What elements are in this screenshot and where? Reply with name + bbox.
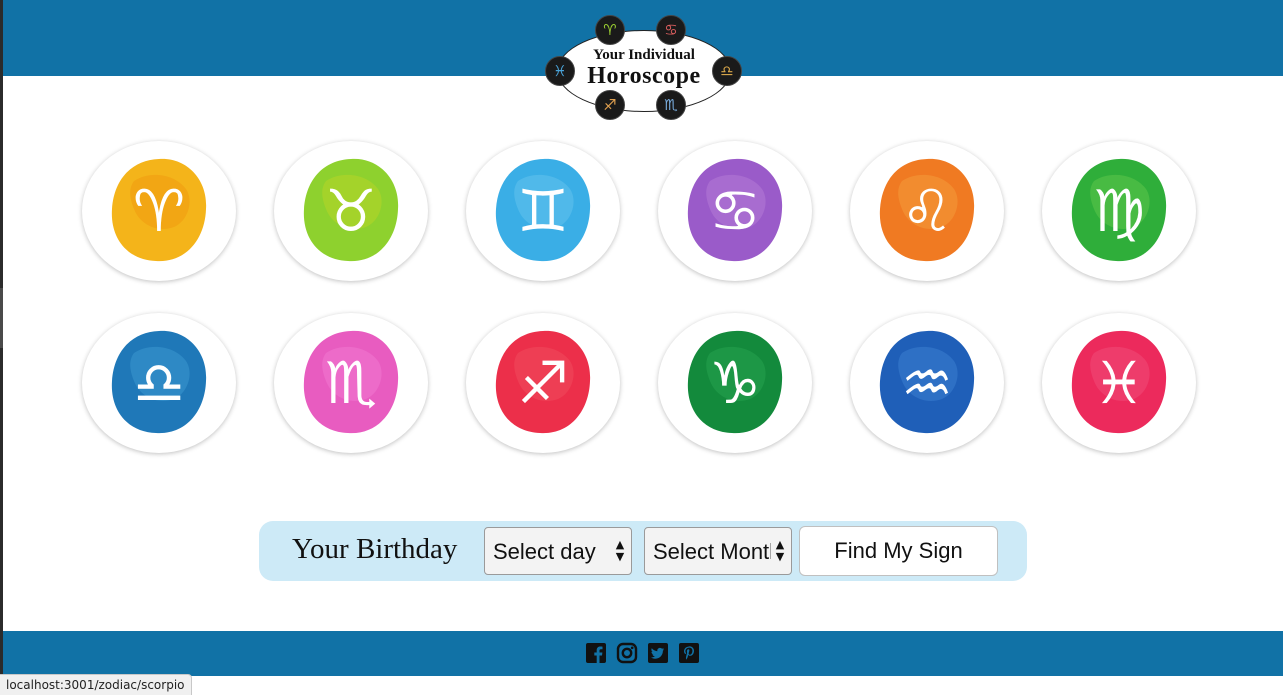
aquarius-glyph: ♒ (901, 349, 953, 417)
cancer-icon: ♋ (687, 158, 783, 262)
pinterest-icon[interactable] (678, 642, 700, 664)
sagittarius-glyph: ♐ (517, 349, 569, 417)
virgo-glyph: ♍ (1093, 177, 1145, 245)
taurus-glyph: ♉ (325, 177, 377, 245)
logo-badge-aries-icon: ♈ (595, 15, 625, 45)
month-select-value: Select Month (653, 539, 771, 564)
select-arrows-icon: ▲ ▼ (615, 538, 625, 563)
pisces-icon: ♓ (1071, 330, 1167, 434)
birthday-label: Your Birthday (292, 533, 458, 565)
pisces-glyph: ♓ (1093, 349, 1145, 417)
zodiac-tile-cancer[interactable]: ♋ (658, 141, 812, 281)
month-select[interactable]: Select Month ▲ ▼ (644, 527, 792, 575)
zodiac-tile-scorpio[interactable]: ♏ (274, 313, 428, 453)
footer-bar (3, 631, 1283, 676)
zodiac-tile-aries[interactable]: ♈ (82, 141, 236, 281)
cancer-glyph: ♋ (709, 177, 761, 245)
capricorn-icon: ♑ (687, 330, 783, 434)
leo-icon: ♌ (879, 158, 975, 262)
site-logo[interactable]: Your Individual Horoscope ♈ ♋ ♓ ♎ ♐ ♏ (545, 14, 743, 120)
libra-glyph: ♎ (133, 349, 185, 417)
day-select[interactable]: Select day ▲ ▼ (484, 527, 632, 575)
taurus-icon: ♉ (303, 158, 399, 262)
scorpio-icon: ♏ (303, 330, 399, 434)
zodiac-tile-gemini[interactable]: ♊ (466, 141, 620, 281)
birthday-form: Your Birthday Select day ▲ ▼ Select Month… (259, 521, 1027, 581)
zodiac-tile-aquarius[interactable]: ♒ (850, 313, 1004, 453)
instagram-icon[interactable] (616, 642, 638, 664)
scorpio-glyph: ♏ (325, 349, 377, 417)
logo-badge-pisces-icon: ♓ (545, 56, 575, 86)
logo-badge-scorpio-icon: ♏ (656, 90, 686, 120)
logo-badge-sagittarius-icon: ♐ (595, 90, 625, 120)
aries-glyph: ♈ (133, 177, 185, 245)
select-arrows-icon: ▲ ▼ (775, 538, 785, 563)
zodiac-tile-leo[interactable]: ♌ (850, 141, 1004, 281)
leo-glyph: ♌ (901, 177, 953, 245)
sagittarius-icon: ♐ (495, 330, 591, 434)
gemini-glyph: ♊ (517, 177, 569, 245)
virgo-icon: ♍ (1071, 158, 1167, 262)
logo-badge-libra-icon: ♎ (712, 56, 742, 86)
status-bar-url: localhost:3001/zodiac/scorpio (0, 674, 192, 695)
aries-icon: ♈ (111, 158, 207, 262)
twitter-icon[interactable] (647, 642, 669, 664)
day-select-value: Select day (493, 539, 596, 564)
find-my-sign-button[interactable]: Find My Sign (799, 526, 998, 576)
zodiac-tile-virgo[interactable]: ♍ (1042, 141, 1196, 281)
zodiac-tile-pisces[interactable]: ♓ (1042, 313, 1196, 453)
zodiac-tile-libra[interactable]: ♎ (82, 313, 236, 453)
aquarius-icon: ♒ (879, 330, 975, 434)
zodiac-tile-taurus[interactable]: ♉ (274, 141, 428, 281)
zodiac-tile-sagittarius[interactable]: ♐ (466, 313, 620, 453)
logo-text-line1: Your Individual (593, 47, 695, 63)
libra-icon: ♎ (111, 330, 207, 434)
capricorn-glyph: ♑ (709, 349, 761, 417)
window-edge (0, 0, 3, 694)
logo-badge-cancer-icon: ♋ (656, 15, 686, 45)
gemini-icon: ♊ (495, 158, 591, 262)
zodiac-tile-capricorn[interactable]: ♑ (658, 313, 812, 453)
facebook-icon[interactable] (585, 642, 607, 664)
